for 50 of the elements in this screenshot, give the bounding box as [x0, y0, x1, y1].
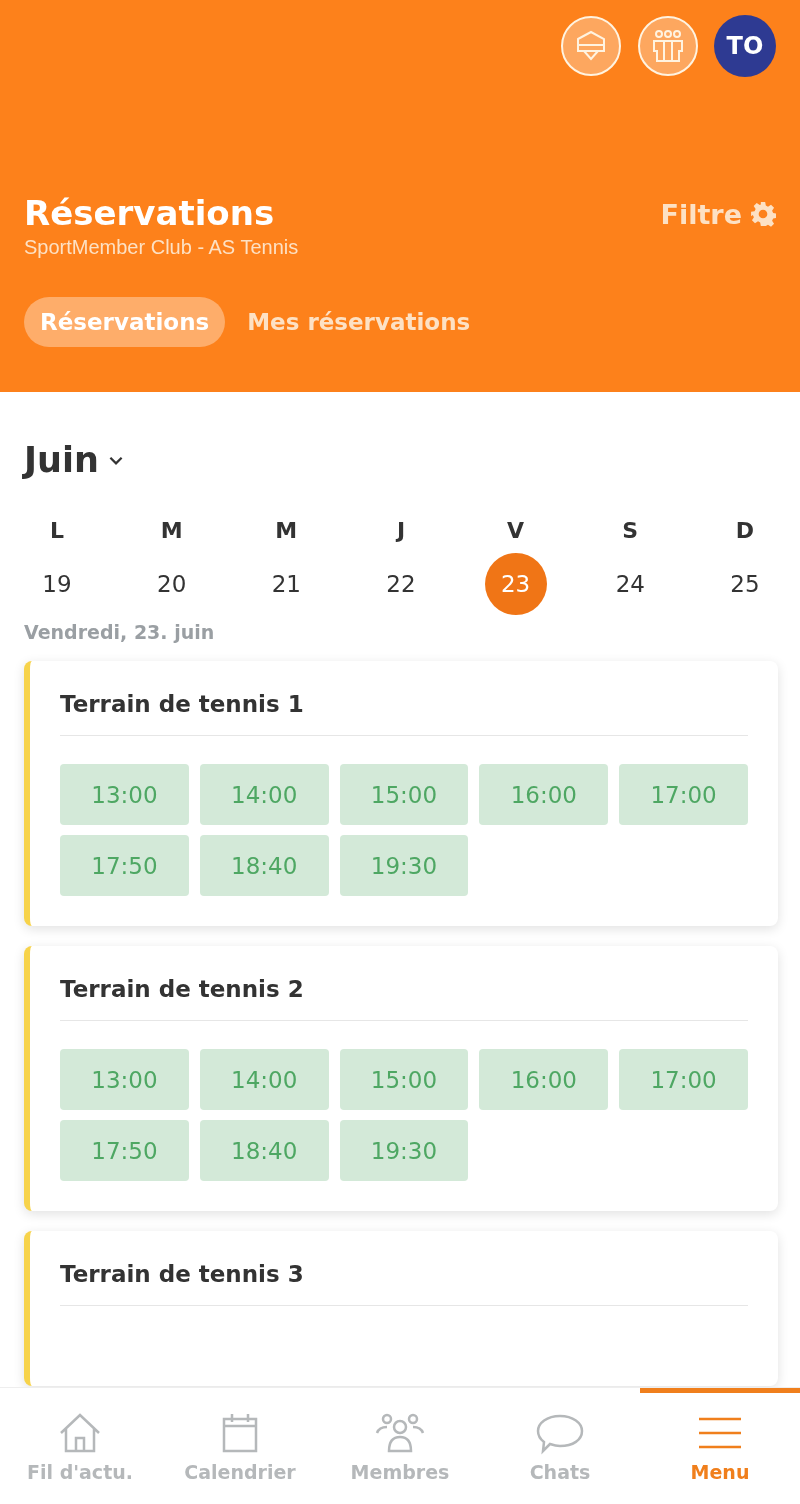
people-icon — [375, 1411, 425, 1455]
time-slot[interactable]: 13:00 — [60, 764, 189, 825]
nav-item[interactable]: Membres — [320, 1388, 480, 1504]
shield-icon[interactable] — [560, 15, 622, 77]
weekday-label: D — [735, 518, 755, 543]
settings-icon — [750, 201, 776, 227]
court-name: Terrain de tennis 2 — [60, 976, 748, 1021]
time-slot[interactable]: 19:30 — [339, 1120, 469, 1181]
time-slot[interactable]: 15:00 — [339, 1049, 469, 1110]
time-slot[interactable]: 17:00 — [619, 764, 748, 825]
nav-item[interactable]: Fil d'actu. — [0, 1388, 160, 1504]
club-name: SportMember Club - AS Tennis — [24, 236, 299, 259]
time-slot[interactable]: 14:00 — [199, 764, 329, 825]
date-button[interactable]: 24 — [599, 553, 662, 615]
filter-button[interactable]: Filtre — [660, 192, 776, 236]
page-title: Réservations — [24, 192, 276, 234]
weekday-label: J — [396, 518, 406, 543]
time-slot[interactable]: 17:00 — [619, 1049, 748, 1110]
time-slot[interactable]: 15:00 — [339, 764, 469, 825]
date-label: Vendredi, 23. juin — [24, 621, 216, 643]
weekday-label: L — [50, 518, 64, 543]
time-slot[interactable]: 17:50 — [60, 1120, 189, 1181]
date-button[interactable]: 22 — [369, 553, 432, 615]
time-slot[interactable]: 18:40 — [199, 835, 329, 896]
tab[interactable]: Mes réservations — [231, 297, 487, 347]
weekday-label: V — [507, 518, 525, 543]
time-slot[interactable]: 16:00 — [479, 1049, 609, 1110]
time-slot[interactable]: 19:30 — [339, 835, 469, 896]
nav-item[interactable]: Calendrier — [160, 1388, 320, 1504]
date-button[interactable]: 19 — [26, 553, 88, 615]
date-button[interactable]: 25 — [713, 553, 776, 615]
court-name: Terrain de tennis 3 — [60, 1261, 748, 1306]
time-slot[interactable]: 16:00 — [479, 764, 609, 825]
avatar[interactable]: TO — [714, 15, 776, 77]
weekday-label: S — [622, 518, 639, 543]
month-picker[interactable]: Juin — [24, 440, 125, 480]
time-slot[interactable]: 14:00 — [199, 1049, 329, 1110]
weekday-label: M — [160, 518, 183, 543]
date-button[interactable]: 23 — [484, 553, 547, 615]
time-slot[interactable]: 18:40 — [199, 1120, 329, 1181]
tab[interactable]: Réservations — [24, 297, 226, 347]
nav-item[interactable]: Chats — [480, 1388, 640, 1504]
date-button[interactable]: 21 — [255, 553, 318, 615]
nav-item[interactable]: Menu — [640, 1388, 800, 1504]
weekday-label: M — [275, 518, 298, 543]
court-name: Terrain de tennis 1 — [60, 691, 748, 736]
time-slot[interactable]: 13:00 — [60, 1049, 189, 1110]
group-icon[interactable] — [637, 15, 699, 77]
time-slot[interactable]: 17:50 — [60, 835, 189, 896]
date-button[interactable]: 20 — [140, 553, 203, 615]
